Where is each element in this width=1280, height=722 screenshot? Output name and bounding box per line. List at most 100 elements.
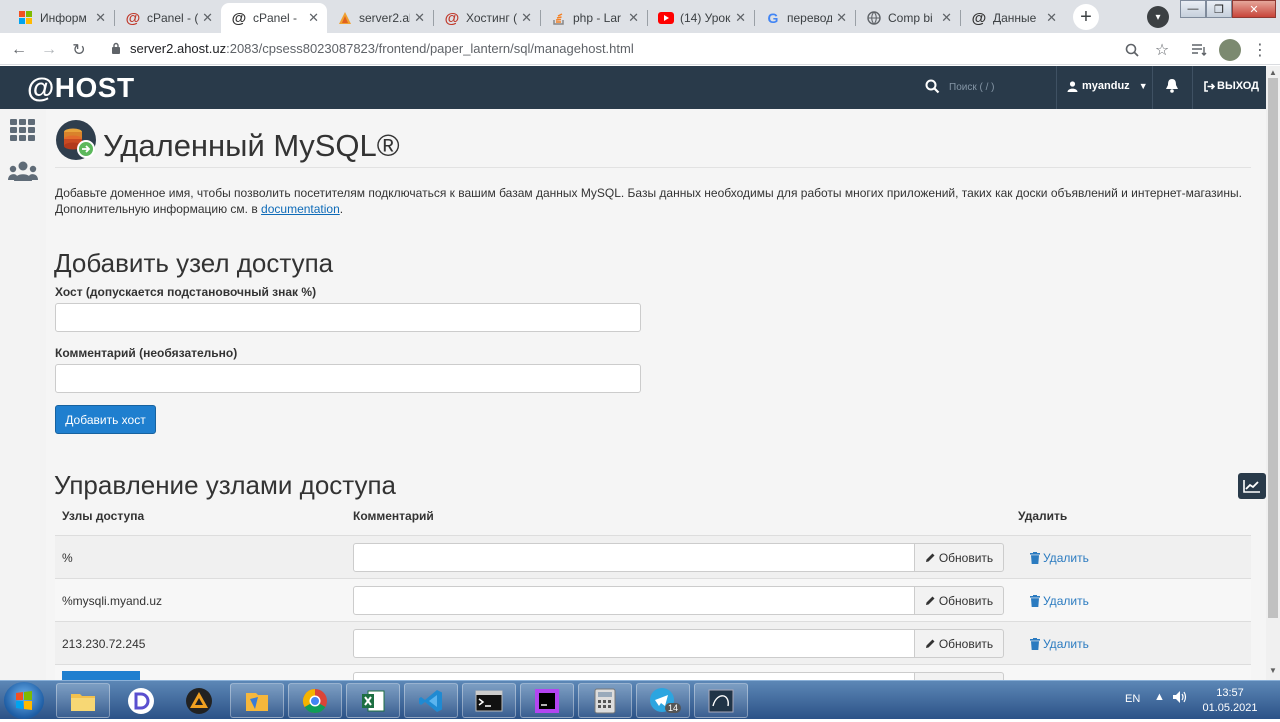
- delete-link[interactable]: Удалить: [1030, 594, 1089, 608]
- taskbar-telegram[interactable]: 14: [636, 683, 690, 718]
- keyboard-language[interactable]: EN: [1125, 693, 1140, 705]
- taskbar-app-d[interactable]: [114, 683, 168, 718]
- back-arrow-icon[interactable]: ←: [8, 39, 30, 61]
- forward-arrow-icon[interactable]: →: [38, 39, 60, 61]
- windows-taskbar: 14 EN ▲ 13:57 01.05.2021: [0, 680, 1280, 719]
- close-icon[interactable]: ✕: [202, 10, 213, 26]
- browser-tab-10[interactable]: @ Данные ✕: [961, 3, 1065, 33]
- taskbar-mysql-workbench[interactable]: [694, 683, 748, 718]
- triangle-app-icon: [186, 687, 212, 714]
- scroll-down-icon[interactable]: ▼: [1269, 666, 1277, 675]
- header-divider: [1152, 66, 1153, 109]
- taskbar-cmd[interactable]: [462, 683, 516, 718]
- delete-label: Удалить: [1043, 594, 1089, 608]
- update-button[interactable]: Обновить: [914, 629, 1004, 658]
- pencil-icon: [925, 639, 935, 648]
- browser-tab-2[interactable]: @ cPanel - ( ✕: [115, 3, 221, 33]
- browser-tab-9[interactable]: Comp bi ✕: [856, 3, 960, 33]
- delete-link[interactable]: Удалить: [1030, 637, 1089, 651]
- pencil-icon: [925, 596, 935, 605]
- bookmark-star-icon[interactable]: ☆: [1151, 39, 1173, 61]
- profile-avatar[interactable]: [1219, 39, 1241, 61]
- zoom-icon[interactable]: [1121, 39, 1143, 61]
- close-icon[interactable]: ✕: [735, 10, 746, 26]
- row-comment-input[interactable]: [353, 672, 915, 680]
- youtube-icon: [658, 10, 674, 26]
- update-button[interactable]: Обновить: [914, 543, 1004, 572]
- show-hidden-icons-icon[interactable]: ▲: [1154, 691, 1165, 703]
- page-scrollbar[interactable]: ▲ ▼: [1266, 66, 1280, 680]
- restore-button[interactable]: ❐: [1206, 0, 1232, 18]
- close-icon[interactable]: ✕: [1046, 10, 1057, 26]
- speaker-icon[interactable]: [1172, 690, 1188, 707]
- close-icon[interactable]: ✕: [628, 10, 639, 26]
- tab-search-dropdown-icon[interactable]: ▾: [1147, 6, 1169, 28]
- browser-tab-3-active[interactable]: @ cPanel - ✕: [221, 3, 327, 33]
- users-icon[interactable]: [8, 161, 38, 181]
- taskbar-vscode[interactable]: [404, 683, 458, 718]
- user-icon: [1067, 80, 1078, 92]
- statistics-toggle-button[interactable]: [1238, 473, 1266, 499]
- host-logo[interactable]: @HOST: [27, 72, 135, 104]
- row-comment-input[interactable]: [353, 586, 915, 615]
- delete-link[interactable]: Удалить: [1030, 551, 1089, 565]
- taskbar-phpstorm[interactable]: [520, 683, 574, 718]
- reading-list-icon[interactable]: [1188, 39, 1210, 61]
- google-icon: G: [767, 10, 779, 26]
- taskbar-app-filezilla[interactable]: [230, 683, 284, 718]
- search-input[interactable]: Поиск ( / ): [949, 82, 994, 93]
- browser-tab-6[interactable]: php - Lar ✕: [541, 3, 647, 33]
- trash-icon: [1030, 638, 1040, 650]
- row-comment-input[interactable]: [353, 629, 915, 658]
- tab-label: cPanel - (: [147, 11, 199, 25]
- close-icon[interactable]: ✕: [836, 10, 847, 26]
- taskbar-chrome[interactable]: [288, 683, 342, 718]
- browser-tab-8[interactable]: G перевод ✕: [755, 3, 855, 33]
- scroll-up-icon[interactable]: ▲: [1269, 68, 1277, 77]
- tab-label: Comp bi: [888, 11, 933, 25]
- stack-overflow-icon: [551, 10, 567, 26]
- close-icon[interactable]: ✕: [414, 10, 425, 26]
- close-icon[interactable]: ✕: [95, 10, 106, 26]
- window-close-button[interactable]: ✕: [1232, 0, 1276, 18]
- logout-button[interactable]: ВЫХОД: [1203, 80, 1259, 92]
- documentation-link[interactable]: documentation: [261, 202, 340, 216]
- user-menu[interactable]: myanduz ▼: [1067, 80, 1148, 92]
- reload-icon[interactable]: ↻: [68, 39, 90, 61]
- taskbar-excel[interactable]: [346, 683, 400, 718]
- search-icon[interactable]: [925, 79, 940, 94]
- start-button[interactable]: [4, 682, 44, 719]
- browser-tab-7[interactable]: (14) Урок ✕: [648, 3, 754, 33]
- new-tab-button[interactable]: +: [1073, 4, 1099, 30]
- page-description: Добавьте доменное имя, чтобы позволить п…: [55, 185, 1245, 217]
- update-button[interactable]: [914, 672, 1004, 680]
- d-app-icon: [128, 687, 154, 714]
- taskbar-explorer[interactable]: [56, 683, 110, 718]
- host-field-label: Хост (допускается подстановочный знак %): [55, 285, 317, 299]
- browser-tab-1[interactable]: Информ ✕: [8, 3, 114, 33]
- browser-menu-icon[interactable]: ⋮: [1249, 39, 1271, 61]
- taskbar-app-triangle[interactable]: [172, 683, 226, 718]
- scrollbar-thumb[interactable]: [1268, 78, 1278, 618]
- page-title: Удаленный MySQL®: [103, 128, 400, 163]
- add-host-button[interactable]: Добавить хост: [55, 405, 156, 434]
- logout-label: ВЫХОД: [1217, 80, 1260, 92]
- close-icon[interactable]: ✕: [521, 10, 532, 26]
- apps-grid-icon[interactable]: [10, 119, 36, 141]
- browser-tab-5[interactable]: @ Хостинг ( ✕: [434, 3, 540, 33]
- host-value: %mysqli.myand.uz: [62, 594, 163, 608]
- browser-tab-4[interactable]: server2.al ✕: [327, 3, 433, 33]
- tab-label: php - Lar: [573, 11, 622, 25]
- taskbar-calculator[interactable]: [578, 683, 632, 718]
- close-icon[interactable]: ✕: [308, 10, 319, 26]
- row-comment-input[interactable]: [353, 543, 915, 572]
- address-bar[interactable]: server2.ahost.uz:2083/cpsess8023087823/f…: [130, 41, 634, 56]
- comment-input[interactable]: [55, 364, 641, 393]
- minimize-button[interactable]: —: [1180, 0, 1206, 18]
- host-input[interactable]: [55, 303, 641, 332]
- close-icon[interactable]: ✕: [941, 10, 952, 26]
- bell-icon[interactable]: [1165, 78, 1179, 94]
- table-row: [55, 665, 1251, 680]
- taskbar-clock[interactable]: 13:57 01.05.2021: [1200, 686, 1260, 716]
- update-button[interactable]: Обновить: [914, 586, 1004, 615]
